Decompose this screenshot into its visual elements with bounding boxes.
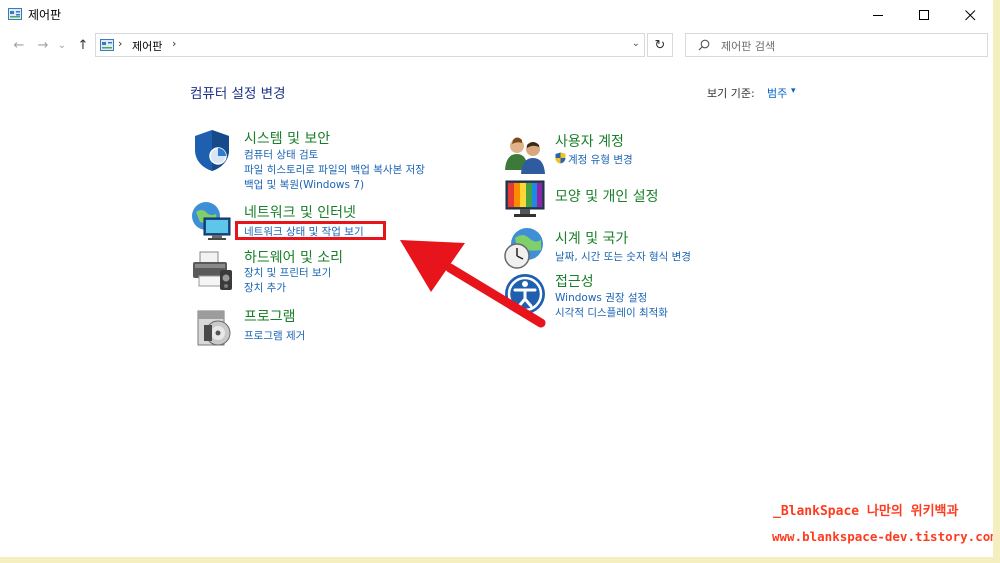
address-dropdown-icon[interactable]: ⌄ (632, 38, 640, 49)
view-by-caret-icon[interactable]: ▾ (791, 86, 796, 96)
monitor-color-icon[interactable] (503, 178, 547, 222)
up-arrow-icon: ↑ (77, 37, 89, 53)
programs-disc-icon[interactable] (192, 305, 236, 349)
link-backup-restore[interactable]: 백업 및 복원(Windows 7) (244, 177, 364, 192)
control-panel-window: 제어판 ← → ⌄ ↑ › 제어판 › ⌄ ↻ 제어판 검색 컴퓨터 설정 변경… (0, 0, 993, 557)
shield-icon[interactable] (190, 128, 234, 172)
watermark-title: _BlankSpace 나만의 위키백과 (773, 504, 959, 519)
refresh-icon: ↻ (654, 37, 666, 53)
category-system-security[interactable]: 시스템 및 보안 (244, 128, 330, 148)
breadcrumb-separator-icon[interactable]: › (118, 37, 122, 50)
window-title: 제어판 (28, 8, 62, 22)
annotation-highlight-box (235, 221, 386, 240)
breadcrumb-separator-icon[interactable]: › (172, 37, 176, 50)
link-uninstall-program[interactable]: 프로그램 제거 (244, 328, 305, 343)
view-by-dropdown[interactable]: 범주 (767, 85, 787, 101)
search-icon (698, 39, 710, 51)
search-input[interactable]: 제어판 검색 (685, 33, 988, 57)
category-network-internet[interactable]: 네트워크 및 인터넷 (244, 202, 356, 222)
up-button[interactable]: ↑ (74, 36, 92, 54)
category-programs[interactable]: 프로그램 (244, 306, 296, 326)
address-bar[interactable]: › 제어판 › ⌄ (95, 33, 645, 57)
link-devices-printers[interactable]: 장치 및 프린터 보기 (244, 265, 331, 280)
link-change-account-type[interactable]: 계정 유형 변경 (568, 152, 633, 167)
category-ease-of-access[interactable]: 접근성 (555, 271, 594, 291)
uac-shield-icon (555, 152, 566, 164)
link-optimize-visual-display[interactable]: 시각적 디스플레이 최적화 (555, 305, 668, 320)
search-placeholder: 제어판 검색 (721, 40, 776, 53)
printer-icon[interactable] (190, 248, 234, 292)
forward-button[interactable]: → (34, 36, 52, 54)
control-panel-icon (8, 8, 22, 20)
recent-locations-button[interactable]: ⌄ (56, 36, 68, 54)
close-button[interactable] (947, 0, 993, 30)
category-user-accounts[interactable]: 사용자 계정 (555, 131, 624, 151)
breadcrumb-control-panel[interactable]: 제어판 (132, 38, 162, 54)
page-title: 컴퓨터 설정 변경 (190, 86, 286, 102)
close-icon (964, 9, 975, 20)
maximize-icon (918, 9, 929, 20)
watermark-url: www.blankspace-dev.tistory.com (772, 529, 993, 544)
link-windows-recommended-settings[interactable]: Windows 권장 설정 (555, 290, 647, 305)
category-hardware-sound[interactable]: 하드웨어 및 소리 (244, 247, 343, 267)
chevron-down-icon: ⌄ (57, 39, 67, 51)
link-change-date-time-format[interactable]: 날짜, 시간 또는 숫자 형식 변경 (555, 249, 691, 264)
link-file-history-backup[interactable]: 파일 히스토리로 파일의 백업 복사본 저장 (244, 162, 425, 177)
refresh-button[interactable]: ↻ (647, 33, 673, 57)
back-arrow-icon: ← (13, 37, 25, 53)
annotation-arrow (400, 240, 546, 328)
view-by-label: 보기 기준: (707, 87, 755, 100)
clock-globe-icon[interactable] (503, 226, 547, 270)
minimize-icon (872, 14, 883, 16)
category-clock-region[interactable]: 시계 및 국가 (555, 228, 628, 248)
minimize-button[interactable] (855, 0, 901, 30)
maximize-button[interactable] (901, 0, 947, 30)
back-button[interactable]: ← (10, 36, 28, 54)
forward-arrow-icon: → (37, 37, 49, 53)
link-review-computer-status[interactable]: 컴퓨터 상태 검토 (244, 147, 318, 162)
title-bar[interactable]: 제어판 (0, 0, 993, 30)
network-globe-icon[interactable] (190, 200, 234, 244)
category-appearance-personalization[interactable]: 모양 및 개인 설정 (555, 186, 659, 206)
accessibility-icon[interactable] (503, 272, 547, 316)
users-icon[interactable] (503, 132, 547, 176)
link-add-device[interactable]: 장치 추가 (244, 280, 286, 295)
control-panel-icon (100, 39, 114, 51)
